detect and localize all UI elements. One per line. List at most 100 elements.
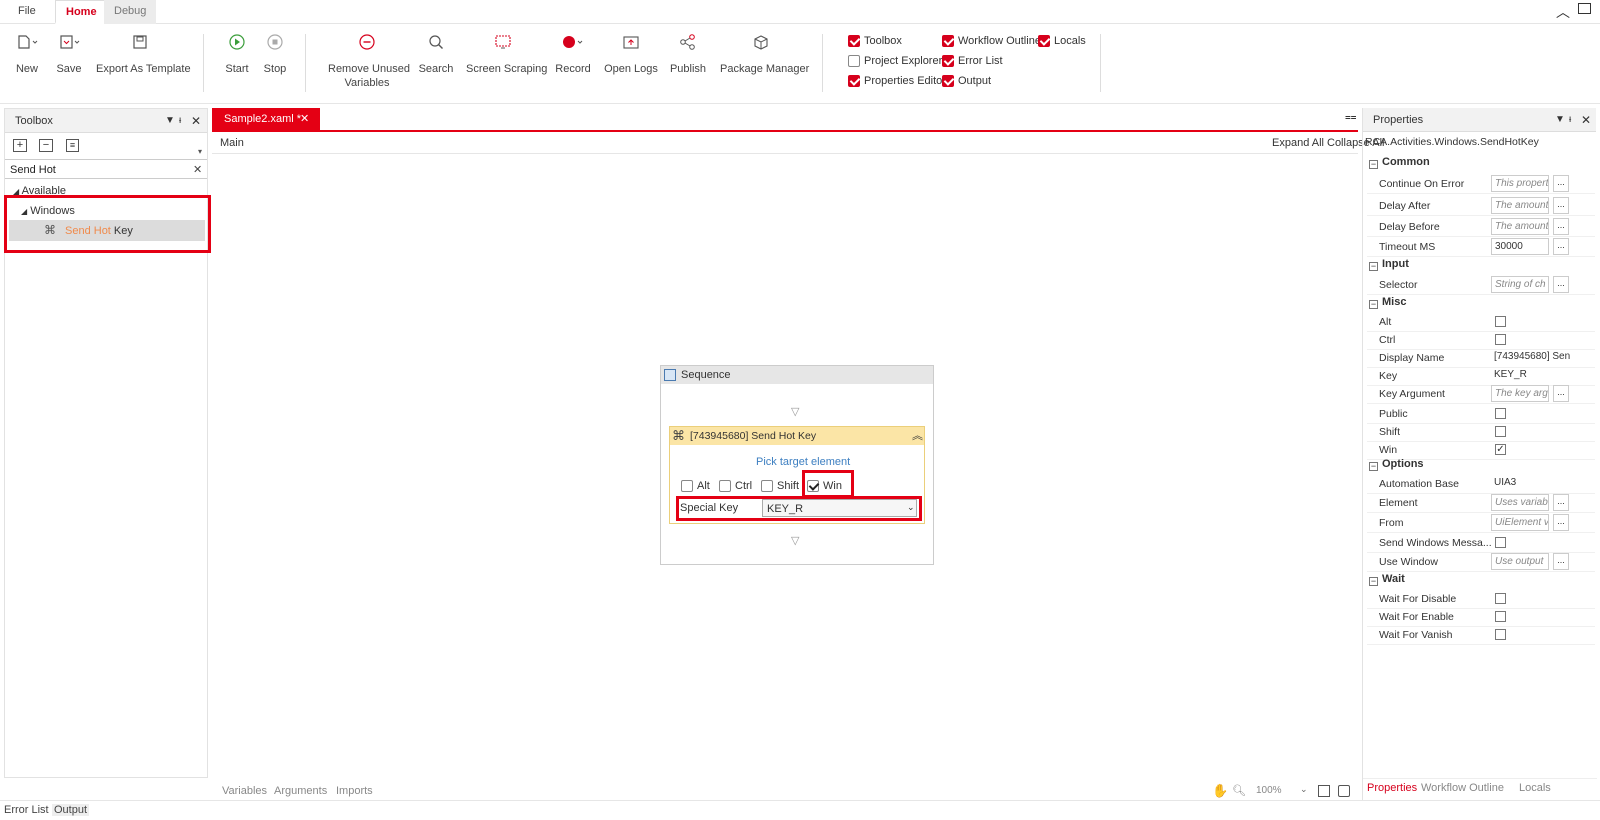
imports-tab[interactable]: Imports [336, 785, 373, 797]
zoom-dropdown-icon[interactable]: ⌄ [1300, 784, 1308, 795]
pin-icon[interactable]: ᵻ [1569, 108, 1571, 132]
close-icon[interactable]: ✕ [1581, 108, 1591, 132]
prop-checkbox[interactable] [1495, 426, 1506, 437]
ellipsis-button[interactable]: ... [1553, 175, 1569, 192]
ellipsis-button[interactable]: ... [1553, 218, 1569, 235]
package-manager-label: Package Manager [720, 63, 810, 75]
error-list-tab[interactable]: Error List [4, 804, 49, 816]
prop-value-input[interactable]: Uses variab [1491, 494, 1549, 511]
record-button[interactable]: Record [553, 32, 593, 76]
publish-button[interactable]: Publish [668, 32, 708, 76]
toggle-toolbox-checkbox[interactable]: Toolbox [848, 35, 902, 47]
section-common[interactable]: − Common [1367, 156, 1595, 174]
new-label: New [15, 63, 38, 75]
shift-checkbox[interactable]: Shift [761, 480, 799, 492]
dropdown-icon[interactable]: ▼ [1555, 108, 1565, 132]
package-manager-button[interactable]: Package Manager [720, 32, 810, 76]
prop-checkbox[interactable] [1495, 316, 1506, 327]
sequence-container[interactable]: Sequence ▽ ⌘ [743945680] Send Hot Key ︽ … [660, 365, 934, 565]
remove-unused-variables-button[interactable]: Remove Unused Variables [328, 32, 410, 90]
ellipsis-button[interactable]: ... [1553, 238, 1569, 255]
document-tab[interactable]: Sample2.xaml * ✕ [212, 108, 320, 130]
locals-tab[interactable]: Locals [1519, 782, 1551, 794]
options-icon[interactable]: ▾ [198, 147, 202, 156]
clear-search-icon[interactable]: ✕ [193, 163, 202, 176]
screen-scraping-button[interactable]: Screen Scraping [466, 32, 547, 76]
save-button[interactable]: Save [52, 32, 86, 76]
export-template-button[interactable]: Export As Template [96, 32, 191, 76]
pin-icon[interactable]: ᵻ [179, 109, 181, 133]
arguments-tab[interactable]: Arguments [274, 785, 327, 797]
stop-button[interactable]: Stop [260, 32, 290, 76]
prop-value-input[interactable]: String of ch [1491, 276, 1549, 293]
collapse-activity-icon[interactable]: ︽ [912, 427, 923, 443]
ctrl-checkbox[interactable]: Ctrl [719, 480, 752, 492]
ellipsis-button[interactable]: ... [1553, 514, 1569, 531]
fit-to-screen-icon[interactable] [1318, 785, 1330, 797]
ellipsis-button[interactable]: ... [1553, 276, 1569, 293]
output-tab[interactable]: Output [52, 804, 90, 816]
ellipsis-button[interactable]: ... [1553, 553, 1569, 570]
alt-checkbox[interactable]: Alt [681, 480, 710, 492]
close-tab-icon[interactable]: ✕ [300, 108, 309, 130]
toolbox-search-field[interactable]: Send Hot ✕ [5, 159, 207, 179]
prop-checkbox-checked[interactable]: ✓ [1495, 444, 1506, 455]
prop-value-input[interactable]: The amount [1491, 218, 1549, 235]
section-input[interactable]: − Input [1367, 258, 1595, 276]
prop-checkbox[interactable] [1495, 408, 1506, 419]
search-button[interactable]: Search [418, 32, 454, 76]
workflow-outline-tab[interactable]: Workflow Outline [1421, 782, 1504, 794]
tab-list-icon[interactable]: ⩵ [1345, 112, 1356, 123]
send-hot-key-activity[interactable]: ⌘ [743945680] Send Hot Key ︽ Pick target… [669, 426, 925, 524]
collapse-all-icon[interactable]: − [39, 139, 53, 152]
toggle-locals-checkbox[interactable]: Locals [1038, 35, 1086, 47]
toggle-error-list-checkbox[interactable]: Error List [942, 55, 1003, 67]
new-button[interactable]: New [10, 32, 44, 76]
ellipsis-button[interactable]: ... [1553, 385, 1569, 402]
prop-value-input[interactable]: The amount [1491, 197, 1549, 214]
prop-checkbox[interactable] [1495, 611, 1506, 622]
properties-tab[interactable]: Properties [1367, 782, 1417, 794]
toggle-project-explorer-checkbox[interactable]: Project Explorer [848, 55, 942, 67]
overview-map-icon[interactable] [1338, 785, 1350, 797]
dropdown-icon[interactable]: ▼ [165, 109, 175, 133]
menu-debug-tab[interactable]: Debug [104, 0, 157, 24]
zoom-level[interactable]: 100% [1256, 785, 1282, 796]
prop-value-input[interactable]: The key arg [1491, 385, 1549, 402]
prop-value-input[interactable]: 30000 [1491, 238, 1549, 255]
start-button[interactable]: Start [222, 32, 252, 76]
variables-tab[interactable]: Variables [222, 785, 267, 797]
toggle-properties-editor-checkbox[interactable]: Properties Editor [848, 75, 946, 87]
pan-hand-icon[interactable]: ✋ [1212, 783, 1228, 799]
ellipsis-button[interactable]: ... [1553, 197, 1569, 214]
prop-value-input[interactable]: This propert [1491, 175, 1549, 192]
expand-all-link[interactable]: Expand All [1272, 137, 1324, 149]
close-icon[interactable]: ✕ [191, 109, 201, 133]
list-view-icon[interactable]: ≡ [66, 139, 79, 152]
prop-value-input[interactable]: UiElement v [1491, 514, 1549, 531]
prop-checkbox[interactable] [1495, 334, 1506, 345]
prop-checkbox[interactable] [1495, 629, 1506, 640]
pick-target-link[interactable]: Pick target element [756, 456, 850, 468]
prop-value-input[interactable]: KEY_R [1491, 367, 1571, 384]
drop-arrow-icon[interactable]: ▽ [791, 405, 799, 418]
toggle-output-checkbox[interactable]: Output [942, 75, 991, 87]
expand-all-icon[interactable]: + [13, 139, 27, 152]
menu-home-tab[interactable]: Home [55, 0, 108, 24]
notification-icon[interactable] [1578, 3, 1591, 14]
toggle-workflow-outline-checkbox[interactable]: Workflow Outline [942, 35, 1041, 47]
prop-checkbox[interactable] [1495, 593, 1506, 604]
breadcrumb[interactable]: Main [220, 137, 244, 149]
section-common-label: Common [1382, 156, 1430, 168]
collapse-ribbon-icon[interactable]: ︿ [1556, 2, 1570, 22]
prop-value-input[interactable]: [743945680] Sen [1491, 349, 1571, 366]
zoom-icon[interactable]: 🔍︎ [1232, 784, 1246, 797]
menu-file[interactable]: File [8, 0, 46, 24]
prop-value-input[interactable]: Use output [1491, 553, 1549, 570]
drop-arrow-icon[interactable]: ▽ [791, 534, 799, 547]
open-logs-button[interactable]: Open Logs [604, 32, 658, 76]
checkbox-checked-icon [942, 35, 954, 47]
prop-checkbox[interactable] [1495, 537, 1506, 548]
ellipsis-button[interactable]: ... [1553, 494, 1569, 511]
prop-value-input[interactable]: UIA3 [1491, 475, 1571, 492]
